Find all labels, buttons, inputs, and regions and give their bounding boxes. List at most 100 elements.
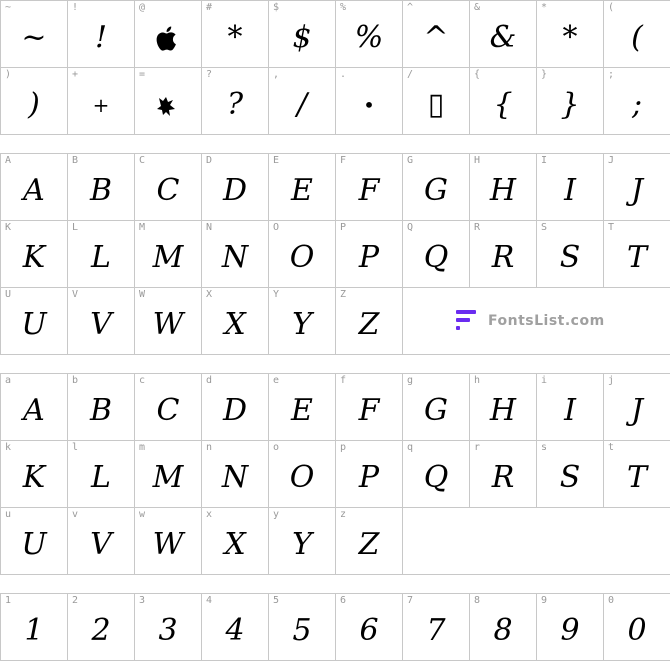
glyph-sample: P [358, 240, 380, 275]
glyph-sample: A [23, 393, 45, 428]
glyph-sample: V [90, 527, 112, 562]
glyph-cell: DD [202, 154, 269, 221]
glyph-sample: 0 [627, 613, 647, 648]
glyph-cell: nN [202, 441, 269, 508]
glyph-cell: ZZ [336, 288, 403, 355]
glyph-sample: I [564, 393, 576, 428]
glyph-sample: E [291, 393, 313, 428]
glyph-sample: 1 [24, 613, 44, 648]
glyph-cell: SS [537, 221, 604, 288]
glyph-cell: dD [202, 374, 269, 441]
glyph-sample: T [626, 240, 647, 275]
glyph-cell: (( [604, 1, 670, 68]
glyph-sample: N [221, 460, 249, 495]
glyph-sample: A [23, 173, 45, 208]
glyph-cell: %% [336, 1, 403, 68]
glyph-cell: }} [537, 68, 604, 135]
glyph-sample: ? [226, 87, 244, 122]
glyph-sample: 9 [560, 613, 580, 648]
glyph-cell: YY [269, 288, 336, 355]
glyph-sample: ! [94, 20, 108, 55]
glyph-cell: eE [269, 374, 336, 441]
glyph-cell: / ▯ [403, 68, 470, 135]
glyph-cell: WW [135, 288, 202, 355]
ink-blot-icon [157, 97, 175, 116]
glyph-sample: D [222, 173, 248, 208]
glyph-cell: TT [604, 221, 670, 288]
glyph-sample: M [152, 460, 184, 495]
glyph-cell: # * [202, 1, 269, 68]
glyph-sample: 7 [426, 613, 446, 648]
empty-cell [470, 508, 537, 575]
glyph-sample: C [156, 173, 180, 208]
glyph-cell: JJ [604, 154, 670, 221]
glyph-sample: N [221, 240, 249, 275]
glyph-sample: / [296, 87, 308, 122]
glyph-sample: H [489, 393, 517, 428]
glyph-sample: { [493, 87, 513, 122]
glyph-cell: 11 [1, 594, 68, 661]
glyph-sample: % [354, 20, 384, 55]
digits-grid: 11223344556677889900 [0, 593, 670, 661]
glyph-sample: L [91, 460, 111, 495]
fontslist-watermark: FontsList.com [456, 308, 605, 334]
glyph-cell: oO [269, 441, 336, 508]
glyph-cell: zZ [336, 508, 403, 575]
glyph-cell: $ $ [269, 1, 336, 68]
glyph-cell: EE [269, 154, 336, 221]
glyph-cell: sS [537, 441, 604, 508]
glyph-cell: 00 [604, 594, 670, 661]
glyph-cell: PP [336, 221, 403, 288]
glyph-sample: $ [292, 20, 312, 55]
glyph-sample: Q [423, 240, 449, 275]
glyph-sample: B [89, 173, 113, 208]
glyph-cell: aA [1, 374, 68, 441]
glyph-sample: S [559, 240, 581, 275]
glyph-cell: jJ [604, 374, 670, 441]
glyph-sample: Z [358, 307, 380, 342]
glyph-cell: 33 [135, 594, 202, 661]
glyph-sample: * [562, 20, 578, 55]
apple-logo-icon [156, 26, 176, 51]
glyph-sample [135, 80, 201, 130]
glyph-cell: tT [604, 441, 670, 508]
glyph-cell: )) [1, 68, 68, 135]
glyph-sample: ^ [423, 20, 449, 55]
glyph-cell: 22 [68, 594, 135, 661]
glyph-sample: O [289, 240, 315, 275]
glyph-cell: kK [1, 441, 68, 508]
empty-cell [604, 508, 670, 575]
glyph-sample: G [424, 173, 448, 208]
glyph-sample: Q [423, 460, 449, 495]
glyph-cell: & & [470, 1, 537, 68]
glyph-cell: HH [470, 154, 537, 221]
glyph-cell: QQ [403, 221, 470, 288]
glyph-sample: J [630, 393, 644, 428]
glyph-sample: O [289, 460, 315, 495]
glyph-cell: XX [202, 288, 269, 355]
empty-cell [403, 508, 470, 575]
fontslist-logo-icon [456, 308, 478, 334]
watermark-text: FontsList.com [488, 313, 605, 329]
glyph-sample: P [358, 460, 380, 495]
glyph-cell: xX [202, 508, 269, 575]
glyph-cell: {{ [470, 68, 537, 135]
glyph-cell: KK [1, 221, 68, 288]
glyph-sample: Y [292, 527, 312, 562]
glyph-sample: L [91, 240, 111, 275]
glyph-cell: 55 [269, 594, 336, 661]
glyph-sample: S [559, 460, 581, 495]
glyph-sample: X [224, 527, 246, 562]
glyph-cell: 77 [403, 594, 470, 661]
glyph-cell: wW [135, 508, 202, 575]
glyph-sample: & [489, 20, 517, 55]
glyph-sample: B [89, 393, 113, 428]
glyph-sample: + [92, 93, 110, 117]
glyph-sample: H [489, 173, 517, 208]
glyph-cell: gG [403, 374, 470, 441]
glyph-cell: lL [68, 441, 135, 508]
glyph-sample: ; [631, 87, 643, 122]
glyph-cell: yY [269, 508, 336, 575]
glyph-sample: 2 [91, 613, 111, 648]
glyph-cell: 66 [336, 594, 403, 661]
